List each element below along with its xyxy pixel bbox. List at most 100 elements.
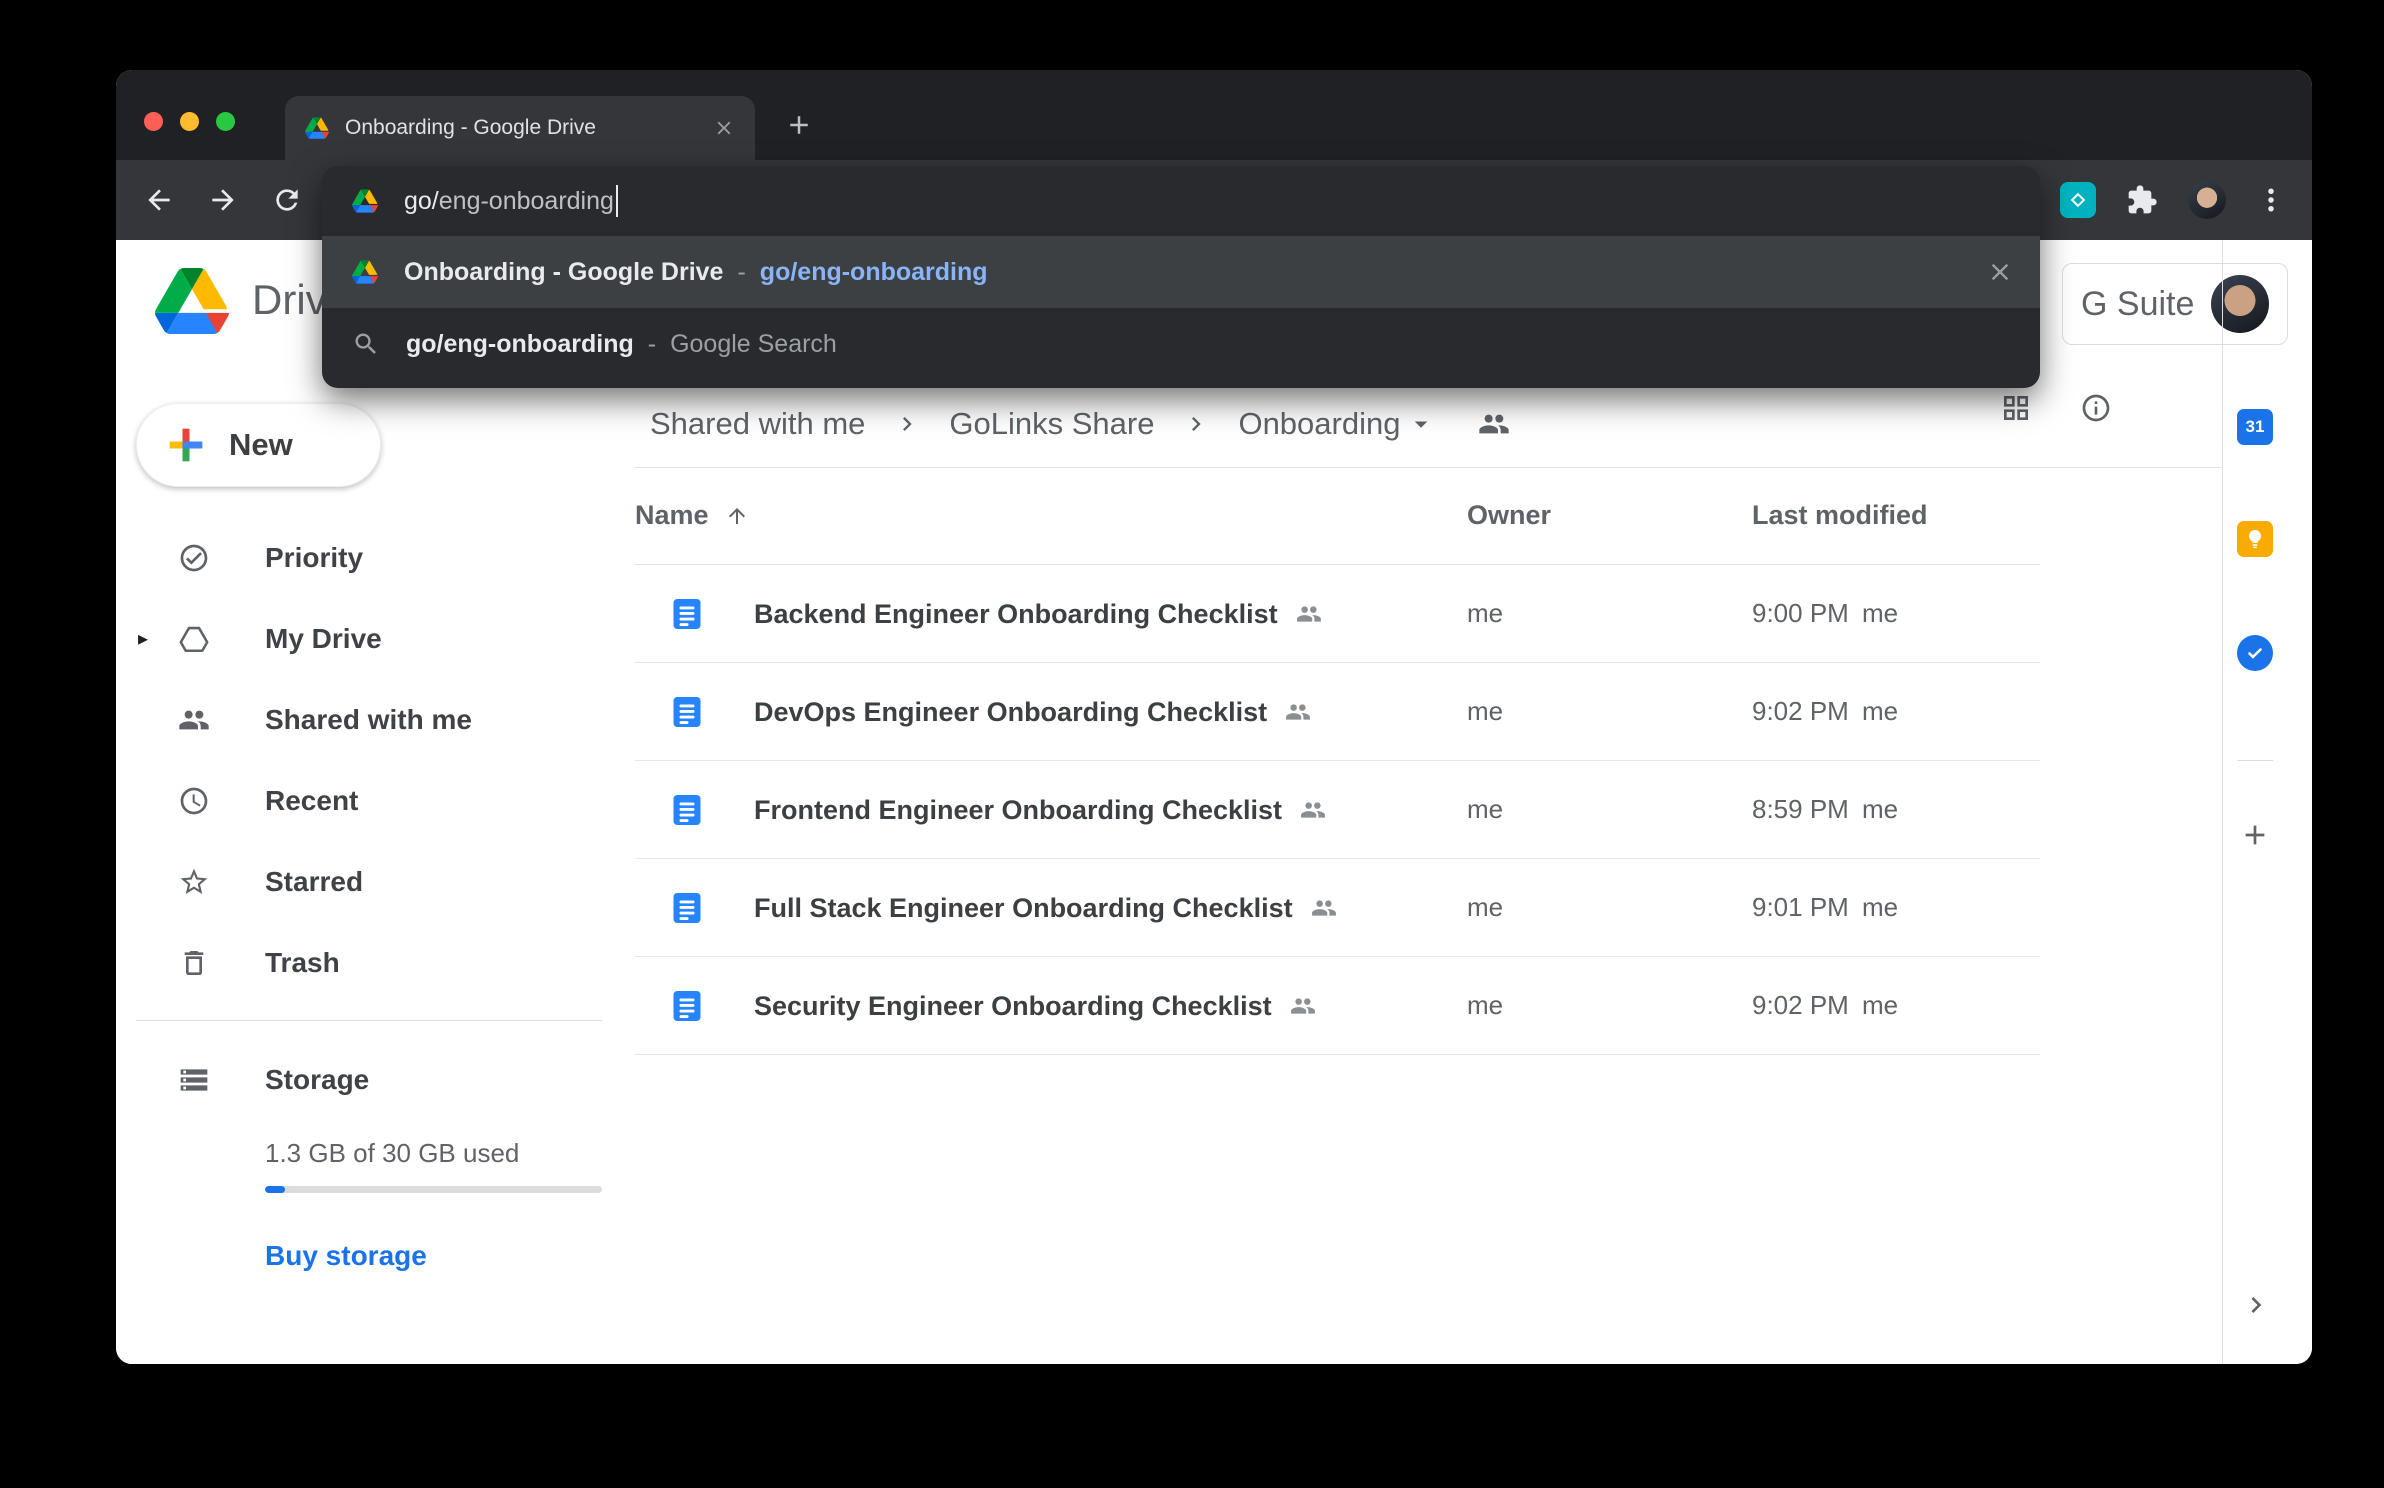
sidebar-item-recent[interactable]: Recent [116, 760, 621, 841]
breadcrumb-golinks-share[interactable]: GoLinks Share [949, 406, 1154, 442]
browser-profile-avatar[interactable] [2188, 181, 2226, 219]
side-panel-separator [2237, 760, 2273, 761]
table-header-row: Name Owner Last modified [635, 467, 2040, 565]
tab-title: Onboarding - Google Drive [345, 116, 596, 140]
file-row[interactable]: Full Stack Engineer Onboarding Checklist… [635, 859, 2040, 957]
storage-icon [178, 1064, 210, 1096]
forward-icon[interactable] [203, 180, 243, 220]
sidebar-item-label: Storage [265, 1064, 369, 1096]
keep-lightbulb-icon[interactable] [2237, 521, 2273, 557]
file-owner: me [1467, 990, 1503, 1021]
collapse-panel-chevron-icon[interactable] [2240, 1289, 2272, 1321]
storage-progress-fill [265, 1186, 285, 1193]
teal-extension-icon[interactable] [2060, 182, 2096, 218]
storage-usage-text: 1.3 GB of 30 GB used [265, 1138, 519, 1169]
zoom-window-button[interactable] [216, 112, 235, 131]
drive-logo-icon[interactable] [155, 268, 229, 334]
file-owner: me [1467, 892, 1503, 923]
info-icon[interactable] [2080, 392, 2112, 424]
suggestion-row-drive[interactable]: Onboarding - Google Drive - go/eng-onboa… [322, 236, 2040, 308]
file-row[interactable]: DevOps Engineer Onboarding Checklist me … [635, 663, 2040, 761]
file-owner: me [1467, 598, 1503, 629]
shared-indicator-icon [1285, 699, 1311, 725]
calendar-icon[interactable]: 31 [2237, 409, 2273, 445]
close-window-button[interactable] [144, 112, 163, 131]
minimize-window-button[interactable] [180, 112, 199, 131]
clock-icon [178, 785, 210, 817]
back-icon[interactable] [139, 180, 179, 220]
sidebar-item-label: My Drive [265, 623, 382, 655]
drive-favicon-icon [305, 117, 329, 139]
omnibox-dropdown: go/eng-onboarding Onboarding - Google Dr… [322, 166, 2040, 388]
drive-favicon-icon [352, 260, 378, 284]
reload-icon[interactable] [267, 180, 307, 220]
sidebar-item-trash[interactable]: Trash [116, 922, 621, 1003]
drive-favicon-icon [352, 189, 378, 213]
my-drive-icon [178, 623, 210, 655]
file-modified-by: me [1862, 892, 1898, 923]
new-button[interactable]: New [136, 403, 381, 487]
sidebar-item-shared-with-me[interactable]: Shared with me [116, 679, 621, 760]
star-icon [178, 866, 210, 898]
suggestion-url: go/eng-onboarding [760, 258, 988, 287]
browser-menu-icon[interactable] [2256, 185, 2286, 215]
new-button-label: New [229, 427, 293, 463]
omnibox-typed-text: go/ [404, 187, 439, 216]
file-name: Full Stack Engineer Onboarding Checklist [754, 893, 1293, 924]
file-row[interactable]: Security Engineer Onboarding Checklist m… [635, 957, 2040, 1055]
extensions-puzzle-icon[interactable] [2126, 184, 2158, 216]
omnibox-completion-text: eng-onboarding [439, 187, 614, 216]
sidebar-item-label: Priority [265, 542, 363, 574]
grid-view-icon[interactable] [2000, 392, 2032, 424]
remove-suggestion-icon[interactable] [1986, 258, 2014, 286]
text-caret [616, 185, 618, 217]
view-actions [2000, 392, 2112, 424]
calendar-day-label: 31 [2246, 417, 2265, 437]
breadcrumb-shared-with-me[interactable]: Shared with me [650, 406, 865, 442]
file-modified-time: 8:59 PM [1752, 794, 1849, 825]
expander-triangle-icon[interactable]: ▸ [138, 626, 148, 651]
add-addon-icon[interactable] [2237, 817, 2273, 853]
browser-tab[interactable]: Onboarding - Google Drive [285, 96, 755, 160]
sidebar-item-label: Recent [265, 785, 358, 817]
file-modified-by: me [1862, 990, 1898, 1021]
google-docs-icon [669, 792, 705, 828]
sidebar-item-starred[interactable]: Starred [116, 841, 621, 922]
file-modified-time: 9:01 PM [1752, 892, 1849, 923]
file-row[interactable]: Frontend Engineer Onboarding Checklist m… [635, 761, 2040, 859]
drive-profile-avatar[interactable] [2211, 275, 2269, 333]
tasks-icon[interactable] [2237, 635, 2273, 671]
breadcrumb-onboarding[interactable]: Onboarding [1238, 406, 1400, 442]
google-docs-icon [669, 694, 705, 730]
tab-close-icon[interactable] [713, 117, 735, 139]
sidebar-item-priority[interactable]: Priority [116, 517, 621, 598]
omnibox-input[interactable]: go/eng-onboarding [322, 166, 2040, 236]
google-docs-icon [669, 890, 705, 926]
breadcrumb: Shared with me GoLinks Share Onboarding [650, 380, 1510, 468]
file-modified-time: 9:00 PM [1752, 598, 1849, 629]
column-header-name[interactable]: Name [635, 500, 709, 531]
sidebar-divider [136, 1020, 602, 1021]
browser-window: Onboarding - Google Drive [116, 70, 2312, 1364]
buy-storage-link[interactable]: Buy storage [265, 1240, 427, 1272]
gsuite-account-box: G Suite [2062, 263, 2288, 345]
storage-progress-bar [265, 1186, 602, 1193]
google-docs-icon [669, 596, 705, 632]
desktop-background: Onboarding - Google Drive [0, 0, 2384, 1488]
suggestion-separator: - [737, 258, 745, 287]
sort-ascending-icon[interactable] [725, 504, 749, 528]
suggestion-row-search[interactable]: go/eng-onboarding - Google Search [322, 308, 2040, 380]
sidebar-item-my-drive[interactable]: ▸ My Drive [116, 598, 621, 679]
new-tab-button[interactable] [784, 110, 814, 140]
file-name: Frontend Engineer Onboarding Checklist [754, 795, 1282, 826]
people-icon [178, 704, 210, 736]
column-header-last-modified[interactable]: Last modified [1752, 500, 1928, 531]
dropdown-caret-icon[interactable] [1406, 409, 1436, 439]
file-row[interactable]: Backend Engineer Onboarding Checklist me… [635, 565, 2040, 663]
folder-shared-icon [1478, 408, 1510, 440]
file-table: Name Owner Last modified Backend Enginee… [635, 467, 2040, 1055]
file-name: Backend Engineer Onboarding Checklist [754, 599, 1278, 630]
sidebar-item-storage[interactable]: Storage [116, 1040, 621, 1120]
chevron-right-icon [893, 410, 921, 438]
column-header-owner[interactable]: Owner [1467, 500, 1551, 531]
